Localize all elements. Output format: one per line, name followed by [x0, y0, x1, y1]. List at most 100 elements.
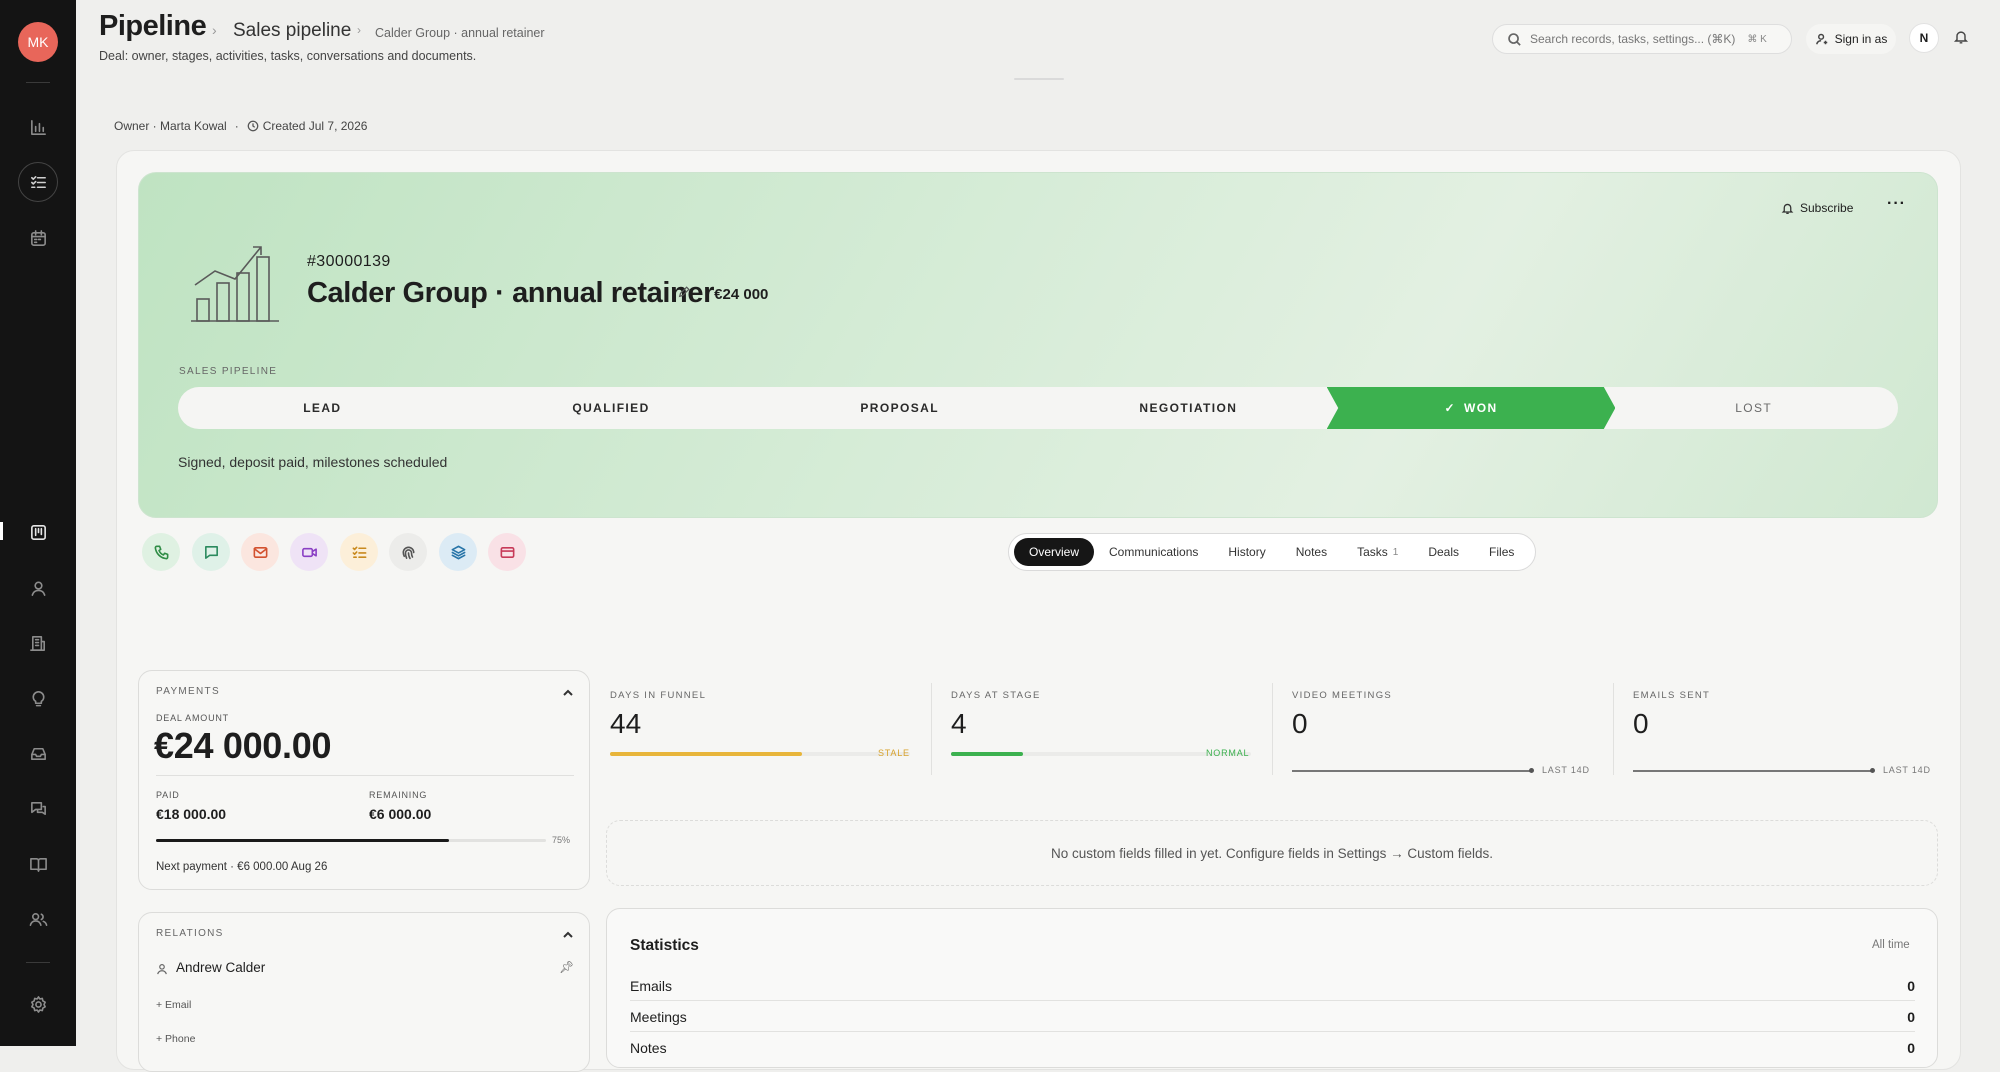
user-switch-icon: [1815, 33, 1827, 45]
statistics-row: Emails 0: [630, 971, 1915, 1001]
avatar[interactable]: MK: [18, 22, 58, 62]
settings-icon[interactable]: [18, 984, 58, 1024]
check-icon: ✓: [1444, 401, 1456, 415]
payments-title: PAYMENTS: [156, 686, 220, 697]
knowledge-icon[interactable]: [18, 844, 58, 884]
stat-emails-sent: EMAILS SENT 0 LAST 14D: [1633, 680, 1953, 780]
relation-person[interactable]: Andrew Calder: [176, 960, 265, 975]
chat-icon[interactable]: [192, 533, 230, 571]
chevron-right-icon: ›: [212, 22, 217, 38]
stat-bar-track: [610, 752, 910, 756]
pipeline-label: SALES PIPELINE: [179, 366, 278, 377]
contacts-icon[interactable]: [18, 568, 58, 608]
search-placeholder: Search records, tasks, settings... (⌘K): [1530, 32, 1736, 46]
row-label: Meetings: [630, 1008, 687, 1025]
more-options-icon[interactable]: ···: [1887, 195, 1906, 213]
card-icon[interactable]: [488, 533, 526, 571]
tab-history[interactable]: History: [1213, 538, 1280, 566]
tab-notes[interactable]: Notes: [1281, 538, 1342, 566]
stage-won[interactable]: ✓ WON: [1326, 387, 1616, 429]
stage-qualified[interactable]: QUALIFIED: [467, 387, 756, 429]
row-label: Notes: [630, 1040, 667, 1056]
video-icon[interactable]: [290, 533, 328, 571]
statistics-row: Meetings 0: [630, 1002, 1915, 1032]
statistics-range[interactable]: All time: [1872, 939, 1910, 951]
pin-icon[interactable]: 📌︎: [559, 960, 574, 974]
deal-amount-value: €24 000.00: [154, 725, 332, 766]
remaining-value: €6 000.00: [369, 806, 432, 822]
tasks-icon[interactable]: [18, 162, 58, 202]
stage-lead[interactable]: LEAD: [178, 387, 467, 429]
paid-value: €18 000.00: [156, 806, 227, 822]
stat-status: LAST 14D: [1542, 765, 1590, 775]
stage-negotiation[interactable]: NEGOTIATION: [1044, 387, 1333, 429]
page-title: Pipeline: [99, 10, 207, 42]
rail-divider: [26, 962, 50, 963]
deal-name: Calder Group · annual retainer: [307, 277, 714, 309]
owner-label: Owner · Marta Kowal: [114, 119, 227, 133]
stat-label: DAYS IN FUNNEL: [610, 690, 707, 701]
breadcrumb-deal: Calder Group · annual retainer: [375, 26, 545, 40]
next-payment: Next payment · €6 000.00 Aug 26: [156, 861, 328, 873]
team-icon[interactable]: [18, 899, 58, 939]
user-avatar[interactable]: N: [1909, 23, 1939, 53]
stat-video-meetings: VIDEO MEETINGS 0 LAST 14D: [1292, 680, 1612, 780]
chevron-up-icon[interactable]: [561, 928, 575, 942]
subscribe-label: Subscribe: [1800, 201, 1854, 215]
ideas-icon[interactable]: [18, 678, 58, 718]
analytics-icon[interactable]: [18, 107, 58, 147]
deal-amount: · €24 000: [705, 286, 769, 303]
divider: [156, 775, 574, 776]
stat-label: EMAILS SENT: [1633, 690, 1711, 701]
tab-tasks[interactable]: Tasks 1: [1342, 538, 1413, 566]
companies-icon[interactable]: [18, 623, 58, 663]
subscribe-button[interactable]: Subscribe: [1781, 201, 1853, 215]
stage-lost[interactable]: LOST: [1609, 387, 1898, 429]
tasks-count-badge: 1: [1392, 546, 1399, 558]
tab-communications[interactable]: Communications: [1094, 538, 1213, 566]
stat-value: 0: [1633, 708, 1649, 739]
calendar-icon[interactable]: [18, 218, 58, 258]
search-shortcut: ⌘ K: [1747, 33, 1767, 45]
inbox-icon[interactable]: [18, 733, 58, 773]
edit-pencil-icon[interactable]: [677, 285, 693, 301]
tab-tasks-label: Tasks: [1357, 545, 1388, 559]
paid-label: PAID: [156, 790, 180, 800]
active-indicator: [0, 522, 3, 540]
tab-overview[interactable]: Overview: [1014, 538, 1095, 566]
mail-icon[interactable]: [241, 533, 279, 571]
tab-files[interactable]: Files: [1474, 538, 1529, 566]
sparkline-point: [1529, 768, 1534, 773]
chats-icon[interactable]: [18, 788, 58, 828]
sparkline: [1292, 770, 1532, 772]
add-email-link[interactable]: + Email: [156, 999, 191, 1011]
sign-in-as-button[interactable]: Sign in as: [1806, 24, 1896, 54]
payment-progress-fill: [156, 839, 449, 842]
remaining-label: REMAINING: [369, 790, 428, 800]
chevron-up-icon[interactable]: [561, 686, 575, 700]
row-value: 0: [1907, 1040, 1915, 1056]
stat-status: NORMAL: [1206, 748, 1250, 758]
row-value: 0: [1907, 1008, 1915, 1025]
person-icon: [157, 964, 167, 975]
relations-panel: RELATIONS Andrew Calder 📌︎ + Email + Pho…: [138, 912, 590, 1072]
rail-divider: [26, 82, 50, 83]
phone-icon[interactable]: [142, 533, 180, 571]
kanban-icon[interactable]: [18, 512, 58, 552]
row-value: 0: [1907, 977, 1915, 994]
stage-proposal[interactable]: PROPOSAL: [755, 387, 1044, 429]
sign-in-as-label: Sign in as: [1834, 32, 1888, 46]
add-phone-link[interactable]: + Phone: [156, 1033, 195, 1045]
checklist-icon[interactable]: [340, 533, 378, 571]
breadcrumb-sales-pipeline[interactable]: Sales pipeline: [233, 20, 351, 42]
custom-fields-empty: No custom fields filled in yet. Configur…: [606, 820, 1938, 886]
layers-icon[interactable]: [439, 533, 477, 571]
tab-deals[interactable]: Deals: [1413, 538, 1474, 566]
stage-note: Signed, deposit paid, milestones schedul…: [178, 454, 448, 470]
scroll-handle: [1014, 78, 1064, 80]
search-input[interactable]: Search records, tasks, settings... (⌘K) …: [1492, 24, 1792, 54]
stat-status: LAST 14D: [1883, 765, 1931, 775]
search-icon: [1508, 32, 1521, 46]
fingerprint-icon[interactable]: [389, 533, 427, 571]
bell-icon[interactable]: [1953, 29, 1971, 47]
